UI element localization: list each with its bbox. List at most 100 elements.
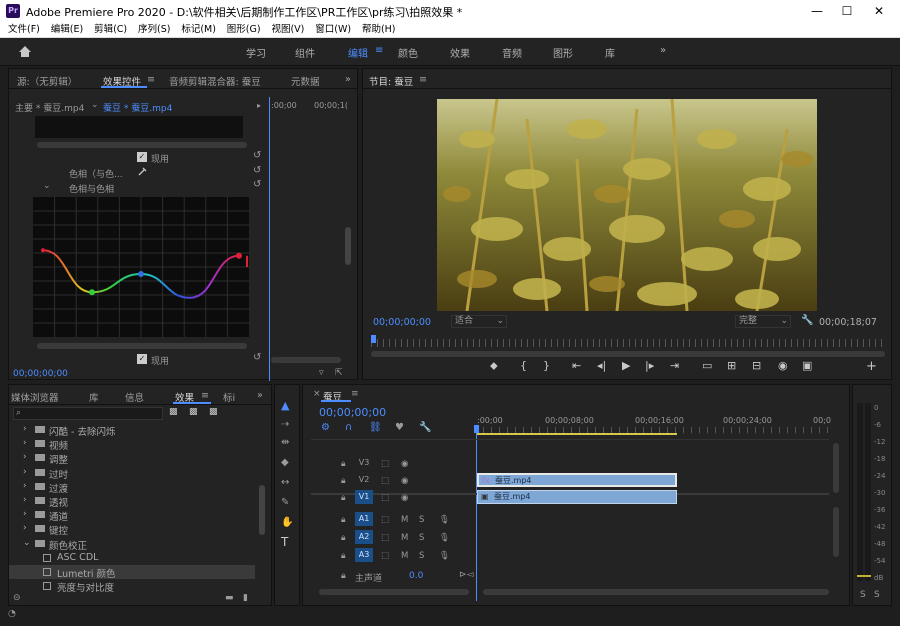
program-zoom-scrollbar[interactable] <box>371 351 885 357</box>
sync-lock-icon[interactable]: ⬚ <box>381 533 389 543</box>
close-icon[interactable]: × <box>313 389 321 399</box>
microphone-icon[interactable]: 🎙︎ <box>439 515 450 525</box>
curve-scrollbar[interactable] <box>37 142 247 148</box>
sync-lock-icon[interactable]: ⬚ <box>381 515 389 525</box>
effect-controls-menu-icon[interactable]: ≡ <box>147 74 155 85</box>
home-icon[interactable] <box>18 45 32 58</box>
curve-control-point[interactable] <box>236 252 242 259</box>
maximize-icon[interactable]: ☐ <box>832 2 862 20</box>
menu-marker[interactable]: 标记(M) <box>181 22 216 37</box>
video-tracks-scrollbar[interactable] <box>833 443 839 493</box>
master-volume-value[interactable]: 0.0 <box>409 571 423 581</box>
menu-sequence[interactable]: 序列(S) <box>138 22 170 37</box>
workspace-libraries[interactable]: 库 <box>605 45 615 60</box>
reset-icon[interactable]: ↺ <box>253 179 261 190</box>
eye-icon[interactable]: ◉ <box>401 459 408 469</box>
camera-icon[interactable]: ◉ <box>778 359 788 372</box>
effect-tree-item[interactable]: Lumetri 颜色 <box>9 565 255 580</box>
master-clip-label[interactable]: 主要 * 蚕豆.mp4 <box>15 101 84 114</box>
effect-tree-item[interactable]: 亮度与对比度 <box>9 579 255 594</box>
32bit-effects-icon[interactable]: ▩ <box>189 407 198 417</box>
workspace-effects[interactable]: 效果 <box>450 45 470 60</box>
effect-tree-item[interactable]: › 透视 <box>9 494 255 509</box>
solo-icon[interactable]: S <box>419 533 424 543</box>
quality-dropdown[interactable]: 完整 ⌄ <box>735 315 791 328</box>
workspace-color[interactable]: 颜色 <box>398 45 418 60</box>
accelerated-effects-icon[interactable]: ▩ <box>169 407 178 417</box>
new-bin-icon[interactable]: ▬ <box>225 593 234 603</box>
tab-audio-mixer[interactable]: 音频剪辑混合器: 蚕豆 <box>169 74 261 88</box>
effects-search-input[interactable]: ⌕ <box>13 407 163 420</box>
minimize-icon[interactable]: — <box>802 2 832 20</box>
solo-icon[interactable]: S <box>419 551 424 561</box>
timeline-horizontal-scrollbar[interactable] <box>319 589 469 595</box>
effect-tree-item[interactable]: ⌄ 颜色校正 <box>9 537 255 552</box>
ec-timeline-scrollbar[interactable] <box>271 357 341 363</box>
workspace-audio[interactable]: 音频 <box>502 45 522 60</box>
effects-menu-icon[interactable]: ≡ <box>201 390 209 401</box>
menu-graphics[interactable]: 图形(G) <box>227 22 261 37</box>
chevron-down-icon[interactable]: ⌄ <box>91 100 99 110</box>
tab-markers[interactable]: 标i <box>223 390 235 404</box>
chevron-right-icon[interactable]: › <box>23 523 27 533</box>
clip-label[interactable]: 蚕豆 * 蚕豆.mp4 <box>103 101 172 114</box>
ec-timecode[interactable]: 00;00;00;00 <box>13 369 68 379</box>
chevron-right-icon[interactable]: › <box>23 424 27 434</box>
mark-out-icon[interactable]: } <box>543 359 550 372</box>
playhead-handle[interactable] <box>474 425 479 433</box>
chevron-right-icon[interactable]: › <box>23 438 27 448</box>
track-name-v1[interactable]: V1 <box>355 490 373 504</box>
eye-icon[interactable]: ◉ <box>401 493 408 503</box>
add-button-icon[interactable]: + <box>866 359 877 374</box>
sync-lock-icon[interactable]: ⬚ <box>381 476 389 486</box>
panel-overflow-icon[interactable]: » <box>257 390 263 401</box>
menu-help[interactable]: 帮助(H) <box>362 22 396 37</box>
step-back-icon[interactable]: ◂| <box>597 359 606 372</box>
workspace-graphics[interactable]: 图形 <box>553 45 573 60</box>
sync-lock-icon[interactable]: ⬚ <box>381 493 389 503</box>
curve-control-point[interactable] <box>89 289 95 296</box>
microphone-icon[interactable]: 🎙︎ <box>439 533 450 543</box>
tab-media-browser[interactable]: 媒体浏览器 <box>11 390 59 404</box>
solo-left-icon[interactable]: S <box>860 590 866 600</box>
lock-icon[interactable]: ⊝ <box>13 593 21 603</box>
chevron-down-icon[interactable]: ⌄ <box>23 538 31 548</box>
nest-icon[interactable]: ⚙ <box>321 422 330 433</box>
safe-margins-icon[interactable]: ▭ <box>702 359 712 372</box>
effect-tree-item[interactable]: › 调整 <box>9 451 255 466</box>
fit-dropdown[interactable]: 适合 ⌄ <box>451 315 507 328</box>
program-ruler[interactable] <box>371 339 885 347</box>
lock-icon[interactable]: 🔒︎ <box>341 493 346 503</box>
curve-scrollbar[interactable] <box>37 343 247 349</box>
menu-view[interactable]: 视图(V) <box>271 22 304 37</box>
lock-icon[interactable]: 🔒︎ <box>341 459 346 469</box>
ec-playhead[interactable] <box>269 97 270 381</box>
mute-icon[interactable]: M <box>401 515 408 525</box>
timeline-timecode[interactable]: 00;00;00;00 <box>319 406 386 419</box>
mute-icon[interactable]: M <box>401 551 408 561</box>
effect-tree-item[interactable]: › 通道 <box>9 508 255 523</box>
delete-icon[interactable]: ▮ <box>243 593 248 603</box>
enabled-checkbox[interactable]: ✓ <box>137 152 147 162</box>
wrench-icon[interactable]: 🔧 <box>419 422 431 433</box>
enabled-checkbox[interactable]: ✓ <box>137 354 147 364</box>
add-marker-icon[interactable]: ⬥ <box>490 359 498 373</box>
solo-icon[interactable]: S <box>419 515 424 525</box>
program-menu-icon[interactable]: ≡ <box>419 74 427 85</box>
export-icon[interactable]: ⇱ <box>335 368 343 378</box>
chevron-right-icon[interactable]: › <box>23 495 27 505</box>
mark-in-icon[interactable]: { <box>520 359 527 372</box>
effect-tree-item[interactable]: › 过时 <box>9 466 255 481</box>
razor-tool-icon[interactable]: ◆ <box>281 457 289 468</box>
track-select-tool-icon[interactable]: ⇢ <box>281 419 289 430</box>
go-to-out-icon[interactable]: ⇥ <box>670 359 679 372</box>
effect-tree-item[interactable]: › 过渡 <box>9 480 255 495</box>
sync-lock-icon[interactable]: ⬚ <box>381 459 389 469</box>
audio-tracks-scrollbar[interactable] <box>833 507 839 557</box>
panel-overflow-icon[interactable]: » <box>345 74 351 85</box>
effect-tree-item[interactable]: ASC CDL <box>9 551 255 565</box>
more-workspaces-icon[interactable]: » <box>660 45 666 56</box>
slip-tool-icon[interactable]: ↔ <box>281 477 289 488</box>
extract-icon[interactable]: ⊟ <box>752 359 761 372</box>
tab-metadata[interactable]: 元数据 <box>291 74 320 88</box>
